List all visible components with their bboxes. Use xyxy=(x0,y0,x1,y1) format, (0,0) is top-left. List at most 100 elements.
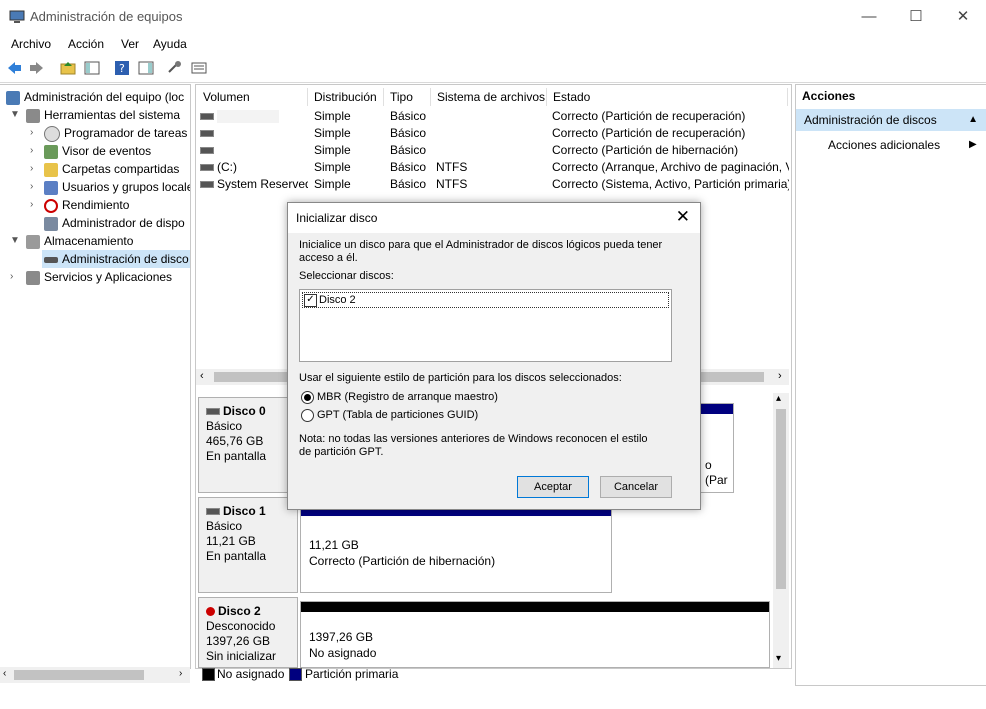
graphical-vertical-scrollbar[interactable]: ▴ ▾ xyxy=(773,393,789,668)
partition-state: No asignado xyxy=(309,646,377,660)
minimize-button[interactable]: — xyxy=(846,4,892,30)
close-button[interactable]: ✕ xyxy=(940,4,986,30)
partition-size: 1397,26 GB xyxy=(309,630,374,644)
cell-distribucion: Simple xyxy=(314,126,351,140)
disk-list-item[interactable]: ✓ Disco 2 xyxy=(302,292,669,308)
volume-icon xyxy=(200,130,214,138)
volume-icon xyxy=(200,147,214,155)
tree-item-administracion-discos[interactable]: Administración de disco xyxy=(42,250,190,268)
tree-horizontal-scrollbar[interactable]: ‹ › xyxy=(0,667,190,683)
tree-item-almacenamiento[interactable]: Almacenamiento xyxy=(26,232,133,250)
actions-item-more[interactable]: Acciones adicionales xyxy=(828,136,940,154)
actions-pane: Acciones Administración de discos ▲ Acci… xyxy=(795,84,986,686)
scroll-thumb[interactable] xyxy=(14,670,144,680)
cell-sistema-archivos: NTFS xyxy=(436,177,468,191)
dialog-intro-text: Inicialice un disco para que el Administ… xyxy=(299,239,663,264)
legend-label-primary: Partición primaria xyxy=(305,667,399,681)
dialog-close-icon[interactable]: ✕ xyxy=(676,207,690,227)
tree-item-servicios[interactable]: Servicios y Aplicaciones xyxy=(26,268,172,286)
expand-arrow-icon[interactable]: › xyxy=(10,271,13,282)
tree-item-visor[interactable]: Visor de eventos xyxy=(44,142,151,160)
table-row[interactable] xyxy=(200,125,308,142)
collapse-arrow-icon[interactable]: ▼ xyxy=(10,109,20,120)
menu-archivo[interactable]: Archivo xyxy=(11,37,51,51)
scroll-left-arrow-icon[interactable]: ‹ xyxy=(3,668,6,679)
properties-icon[interactable] xyxy=(191,60,207,76)
expand-arrow-icon[interactable]: › xyxy=(30,163,33,174)
users-icon xyxy=(44,180,58,195)
up-folder-icon[interactable] xyxy=(60,60,76,76)
disk-1-partition[interactable]: 11,21 GB Correcto (Partición de hibernac… xyxy=(300,505,612,593)
disk-1-info[interactable]: Disco 1 Básico 11,21 GB En pantalla xyxy=(198,497,298,593)
actions-section-disk-management[interactable]: Administración de discos ▲ xyxy=(796,109,986,131)
gpt-radio[interactable] xyxy=(301,409,314,422)
disk-management-icon xyxy=(44,256,58,263)
scroll-up-arrow-icon[interactable]: ▴ xyxy=(776,393,781,404)
disk-0-info[interactable]: Disco 0 Básico 465,76 GB En pantalla xyxy=(198,397,298,493)
maximize-button[interactable]: ☐ xyxy=(893,4,939,30)
disk-checkbox[interactable]: ✓ xyxy=(304,293,317,307)
disk-2-partition[interactable]: 1397,26 GB No asignado xyxy=(300,601,770,668)
toolbar: ? xyxy=(0,56,986,83)
expand-arrow-icon[interactable]: › xyxy=(30,199,33,210)
tree-item-carpetas[interactable]: Carpetas compartidas xyxy=(44,160,179,178)
tree-item-label: Carpetas compartidas xyxy=(62,162,180,176)
mbr-radio[interactable] xyxy=(301,391,314,404)
column-header-estado[interactable]: Estado xyxy=(548,88,788,106)
column-header-tipo[interactable]: Tipo xyxy=(385,88,431,106)
tools-icon xyxy=(26,108,40,123)
tree-item-herramientas[interactable]: Herramientas del sistema xyxy=(26,106,180,124)
device-manager-icon xyxy=(44,216,58,231)
menu-ver[interactable]: Ver xyxy=(121,37,139,51)
legend-swatch-unallocated xyxy=(202,668,215,681)
gpt-option-label[interactable]: GPT (Tabla de particiones GUID) xyxy=(317,409,478,422)
expand-arrow-icon[interactable]: › xyxy=(30,181,33,192)
disk-status: En pantalla xyxy=(206,449,267,463)
scroll-right-arrow-icon[interactable]: › xyxy=(179,668,182,679)
scroll-thumb[interactable] xyxy=(776,409,786,589)
cell-tipo: Básico xyxy=(390,126,427,140)
tree-item-programador[interactable]: Programador de tareas xyxy=(44,124,187,142)
cell-tipo: Básico xyxy=(390,143,427,157)
cancel-button[interactable]: Cancelar xyxy=(600,476,672,498)
tree-item-label: Almacenamiento xyxy=(44,234,134,248)
disk-select-list[interactable]: ✓ Disco 2 xyxy=(299,289,672,362)
submenu-arrow-icon[interactable]: ▶ xyxy=(969,136,977,154)
column-header-sistema-archivos[interactable]: Sistema de archivos xyxy=(432,88,547,106)
collapse-arrow-icon[interactable]: ▼ xyxy=(10,235,20,246)
collapse-up-icon[interactable]: ▲ xyxy=(968,109,978,131)
show-hide-tree-icon[interactable] xyxy=(84,60,100,76)
tree-item-rendimiento[interactable]: Rendimiento xyxy=(44,196,129,214)
show-action-pane-icon[interactable] xyxy=(138,60,154,76)
tree-item-usuarios[interactable]: Usuarios y grupos locale xyxy=(44,178,190,196)
mbr-option-label[interactable]: MBR (Registro de arranque maestro) xyxy=(317,391,498,404)
table-row[interactable] xyxy=(200,108,308,125)
column-header-distribucion[interactable]: Distribución xyxy=(309,88,384,106)
cell-estado: Correcto (Partición de hibernación) xyxy=(552,143,739,157)
disk-2-info[interactable]: Disco 2 Desconocido 1397,26 GB Sin inici… xyxy=(198,597,298,668)
tree-item-administrador-dispositivos[interactable]: Administrador de dispo xyxy=(44,214,185,232)
table-row[interactable]: (C:) xyxy=(200,159,308,176)
scroll-right-arrow-icon[interactable]: › xyxy=(778,370,782,382)
title-bar: Administración de equipos — ☐ ✕ xyxy=(0,0,986,34)
cell-distribucion: Simple xyxy=(314,160,351,174)
menu-ayuda[interactable]: Ayuda xyxy=(153,37,187,51)
scroll-down-arrow-icon[interactable]: ▾ xyxy=(776,653,781,664)
help-icon[interactable]: ? xyxy=(114,60,130,76)
tree-item-label: Administrador de dispo xyxy=(62,216,185,230)
menu-accion[interactable]: Acción xyxy=(68,37,104,51)
tree-root[interactable]: Administración del equipo (loc xyxy=(6,88,184,106)
computer-management-icon xyxy=(9,10,25,23)
back-arrow-icon[interactable] xyxy=(6,60,22,76)
scroll-left-arrow-icon[interactable]: ‹ xyxy=(200,370,204,382)
forward-arrow-icon[interactable] xyxy=(29,60,45,76)
column-header-volumen[interactable]: Volumen xyxy=(198,88,308,106)
table-row[interactable]: System Reserved xyxy=(200,176,308,193)
expand-arrow-icon[interactable]: › xyxy=(30,127,33,138)
expand-arrow-icon[interactable]: › xyxy=(30,145,33,156)
accept-button[interactable]: Aceptar xyxy=(517,476,589,498)
volume-icon xyxy=(200,164,214,172)
connect-icon[interactable] xyxy=(167,60,183,76)
table-row[interactable] xyxy=(200,142,308,159)
storage-icon xyxy=(26,234,40,249)
